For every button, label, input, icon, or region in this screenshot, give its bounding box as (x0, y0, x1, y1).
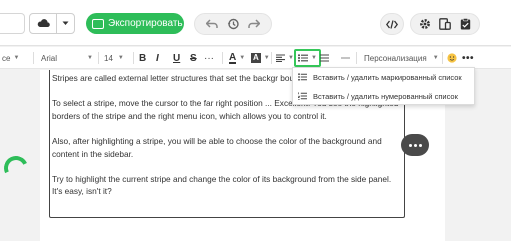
code-view-button[interactable] (380, 13, 404, 35)
font-size-select[interactable]: 14 ▼ (104, 47, 124, 69)
redo-icon[interactable] (248, 19, 261, 29)
style-select-label: се (2, 53, 11, 63)
underline-button[interactable]: U (173, 47, 180, 69)
font-color-icon: A (229, 51, 237, 64)
numbered-list-icon (298, 92, 307, 100)
device-preview-icon[interactable] (439, 18, 452, 30)
bulleted-list-option[interactable]: Вставить / удалить маркированный список (293, 68, 474, 86)
bold-button[interactable]: B (139, 47, 146, 69)
numbered-list-option-label: Вставить / удалить нумерованный список (313, 91, 458, 101)
more-options-icon[interactable]: ••• (462, 47, 474, 69)
export-button-label: Экспортировать (108, 18, 183, 29)
undo-icon[interactable] (205, 19, 218, 29)
list-dropdown: Вставить / удалить маркированный список … (292, 67, 475, 105)
divider (133, 52, 134, 64)
code-icon (386, 19, 398, 29)
bulleted-list-icon (298, 54, 308, 62)
settings-group (410, 13, 480, 35)
export-icon (92, 18, 104, 29)
history-group (194, 13, 272, 35)
top-toolbar: Экспортировать (0, 0, 511, 46)
history-icon[interactable] (227, 18, 239, 30)
font-size-label: 14 (104, 53, 113, 63)
chevron-down-icon[interactable] (57, 21, 74, 26)
divider (271, 52, 272, 64)
font-family-label: Arial (41, 53, 58, 63)
bulleted-list-icon (298, 73, 307, 81)
cloud-upload-icon[interactable] (30, 14, 57, 33)
chevron-down-icon: ▼ (263, 55, 270, 61)
chevron-down-icon: ▼ (432, 55, 439, 61)
more-format-icon[interactable]: ··· (204, 47, 214, 69)
more-dot-icon (413, 143, 417, 147)
paragraph[interactable]: Also, after highlighting a stripe, you w… (52, 135, 402, 160)
style-select[interactable]: се ▼ (2, 47, 19, 69)
gear-icon[interactable] (419, 18, 431, 30)
chevron-down-icon: ▼ (87, 55, 93, 61)
export-button[interactable]: Экспортировать (86, 13, 184, 34)
divider (356, 52, 357, 64)
left-panel-button[interactable] (0, 13, 25, 34)
more-dot-icon (408, 143, 412, 147)
divider (222, 52, 223, 64)
divider (33, 52, 34, 64)
font-family-select[interactable]: Arial ▼ (41, 47, 93, 69)
clipboard-icon[interactable] (460, 18, 471, 30)
paragraph[interactable]: Try to highlight the current stripe and … (52, 173, 402, 198)
font-color-button[interactable]: A ▼ (229, 47, 245, 69)
numbered-list-option[interactable]: Вставить / удалить нумерованный список (293, 87, 474, 105)
more-dot-icon (418, 143, 422, 147)
emoji-icon[interactable] (447, 47, 457, 69)
bulleted-list-option-label: Вставить / удалить маркированный список (313, 72, 462, 82)
chevron-down-icon: ▼ (13, 55, 20, 61)
chevron-down-icon: ▼ (239, 55, 246, 61)
strikethrough-button[interactable]: S (190, 47, 197, 69)
horizontal-rule-icon[interactable] (341, 47, 350, 69)
italic-button[interactable]: I (156, 47, 159, 69)
background-color-icon: A (251, 53, 261, 63)
divider (442, 52, 443, 64)
format-toolbar: се ▼ Arial ▼ 14 ▼ B I U S ··· A ▼ A ▼ ▼ … (0, 47, 511, 69)
list-button[interactable]: ▼ (294, 49, 321, 67)
personalization-label: Персонализация (364, 53, 427, 63)
indent-icon[interactable] (320, 47, 329, 69)
align-left-icon (276, 54, 285, 62)
background-color-button[interactable]: A ▼ (251, 47, 270, 69)
divider (98, 52, 99, 64)
chevron-down-icon: ▼ (311, 55, 317, 61)
align-button[interactable]: ▼ (276, 47, 294, 69)
chevron-down-icon: ▼ (117, 55, 124, 61)
stripe-menu-button[interactable] (401, 134, 429, 156)
loading-arc-icon (0, 152, 32, 184)
save-cloud-button[interactable] (29, 13, 75, 34)
personalization-select[interactable]: Персонализация ▼ (364, 47, 439, 69)
